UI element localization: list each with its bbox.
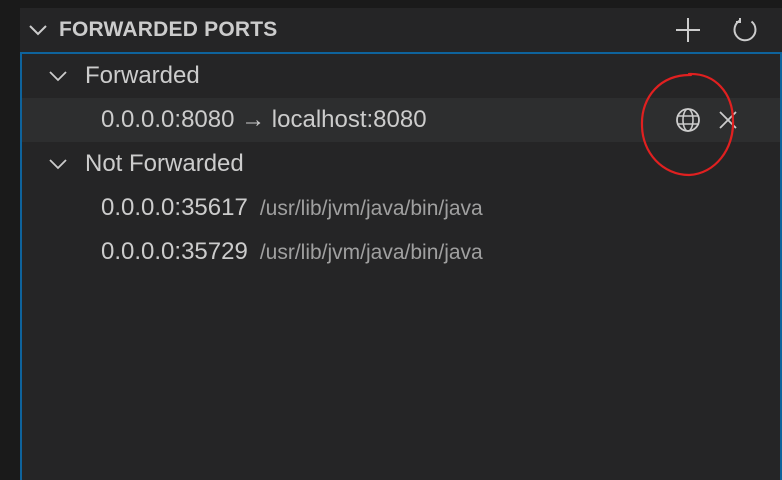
group-not-forwarded[interactable]: Not Forwarded	[22, 142, 780, 186]
ports-panel: FORWARDED PORTS Forwarded 0.0.0.0:8080 →…	[20, 8, 782, 480]
chevron-down-icon[interactable]	[26, 18, 50, 42]
add-port-button[interactable]	[671, 13, 705, 47]
stop-forwarding-button[interactable]	[711, 103, 745, 137]
chevron-down-icon[interactable]	[47, 65, 69, 87]
add-icon	[676, 18, 700, 42]
process-path: /usr/lib/jvm/java/bin/java	[259, 197, 483, 220]
group-label: Forwarded	[85, 62, 200, 89]
port-address: 0.0.0.0:35617	[101, 194, 248, 221]
port-label: 0.0.0.0:35617/usr/lib/jvm/java/bin/java	[101, 193, 483, 224]
process-path: /usr/lib/jvm/java/bin/java	[259, 241, 483, 264]
section-header[interactable]: FORWARDED PORTS	[20, 8, 782, 52]
refresh-icon	[733, 18, 757, 42]
port-row-forwarded[interactable]: 0.0.0.0:8080 → localhost:8080	[22, 98, 780, 142]
forwarded-ports-view: FORWARDED PORTS Forwarded 0.0.0.0:8080 →…	[0, 0, 782, 480]
globe-icon	[676, 108, 700, 132]
port-label: 0.0.0.0:35729/usr/lib/jvm/java/bin/java	[101, 237, 483, 268]
chevron-down-icon[interactable]	[47, 153, 69, 175]
port-label: 0.0.0.0:8080 → localhost:8080	[101, 106, 427, 133]
section-title: FORWARDED PORTS	[59, 18, 278, 41]
top-divider	[20, 0, 782, 8]
refresh-button[interactable]	[728, 13, 762, 47]
ports-tree: Forwarded 0.0.0.0:8080 → localhost:8080	[20, 52, 782, 480]
port-row-35729[interactable]: 0.0.0.0:35729/usr/lib/jvm/java/bin/java	[22, 230, 780, 274]
group-label: Not Forwarded	[85, 150, 244, 177]
port-address: 0.0.0.0:35729	[101, 238, 248, 265]
group-forwarded[interactable]: Forwarded	[22, 54, 780, 98]
port-row-35617[interactable]: 0.0.0.0:35617/usr/lib/jvm/java/bin/java	[22, 186, 780, 230]
open-in-browser-button[interactable]	[671, 103, 705, 137]
close-icon	[719, 111, 737, 129]
